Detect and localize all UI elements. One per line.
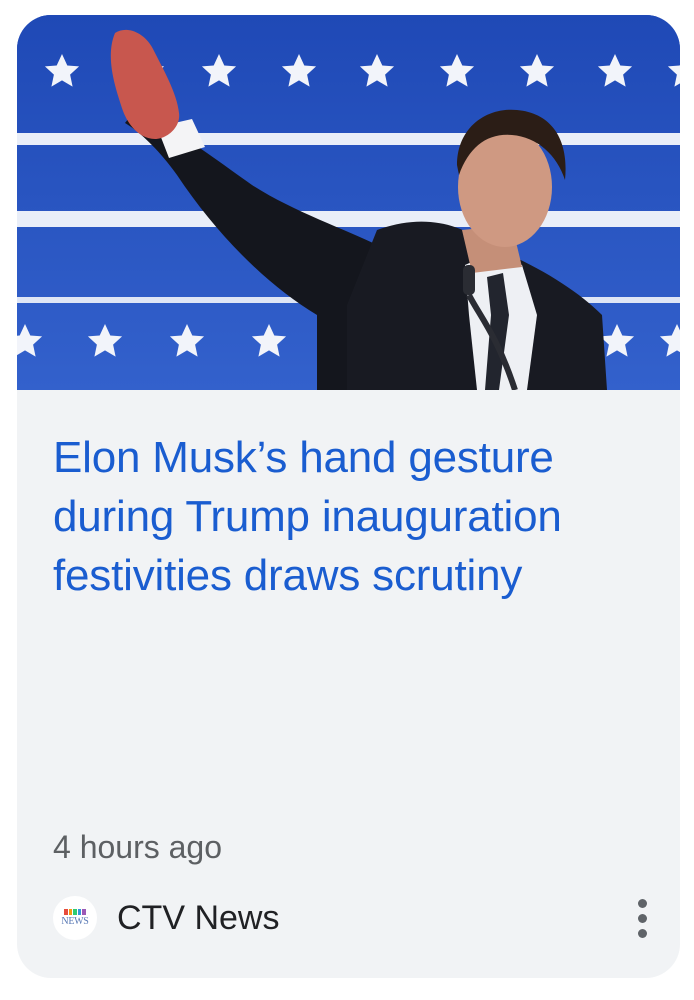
article-image[interactable] bbox=[17, 15, 680, 390]
more-vert-icon bbox=[638, 899, 647, 908]
ctv-news-logo-icon: NEWS bbox=[53, 896, 97, 940]
more-options-button[interactable] bbox=[631, 893, 655, 943]
source-name[interactable]: CTV News bbox=[117, 896, 279, 940]
article-timestamp: 4 hours ago bbox=[53, 829, 223, 865]
article-photo bbox=[17, 15, 680, 390]
news-card[interactable]: Elon Musk’s hand gesture during Trump in… bbox=[17, 15, 680, 978]
source-row: NEWS CTV News bbox=[53, 893, 653, 943]
more-vert-icon-dot bbox=[638, 929, 647, 938]
more-vert-icon-dot bbox=[638, 914, 647, 923]
logo-text: NEWS bbox=[61, 916, 89, 927]
article-headline[interactable]: Elon Musk’s hand gesture during Trump in… bbox=[53, 428, 653, 605]
